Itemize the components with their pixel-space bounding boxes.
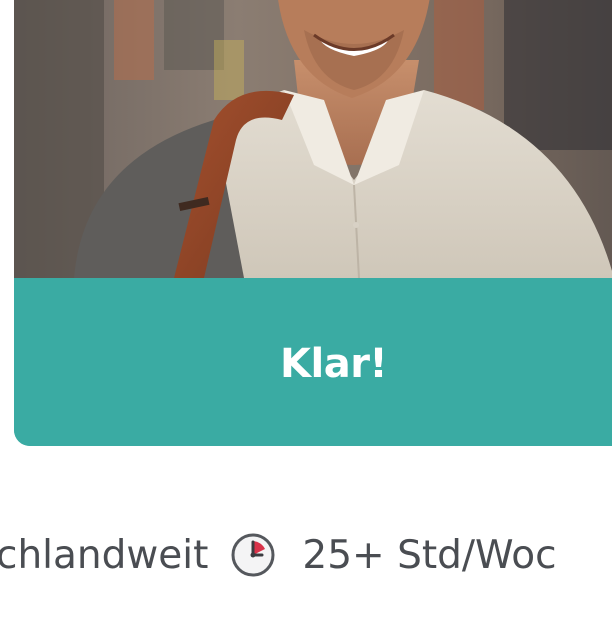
- job-meta-row: chlandweit 25+ Std/Woc: [0, 528, 557, 582]
- clock-icon: [230, 532, 276, 578]
- hours-text: 25+ Std/Woc: [302, 532, 557, 578]
- location-text: chlandweit: [0, 532, 209, 578]
- profile-photo: [14, 0, 612, 278]
- screen: Klar! chlandweit 25+ Std/Woc: [0, 0, 612, 618]
- klar-button-label: Klar!: [280, 341, 388, 387]
- job-card[interactable]: Klar!: [14, 0, 612, 446]
- klar-button[interactable]: Klar!: [14, 278, 612, 446]
